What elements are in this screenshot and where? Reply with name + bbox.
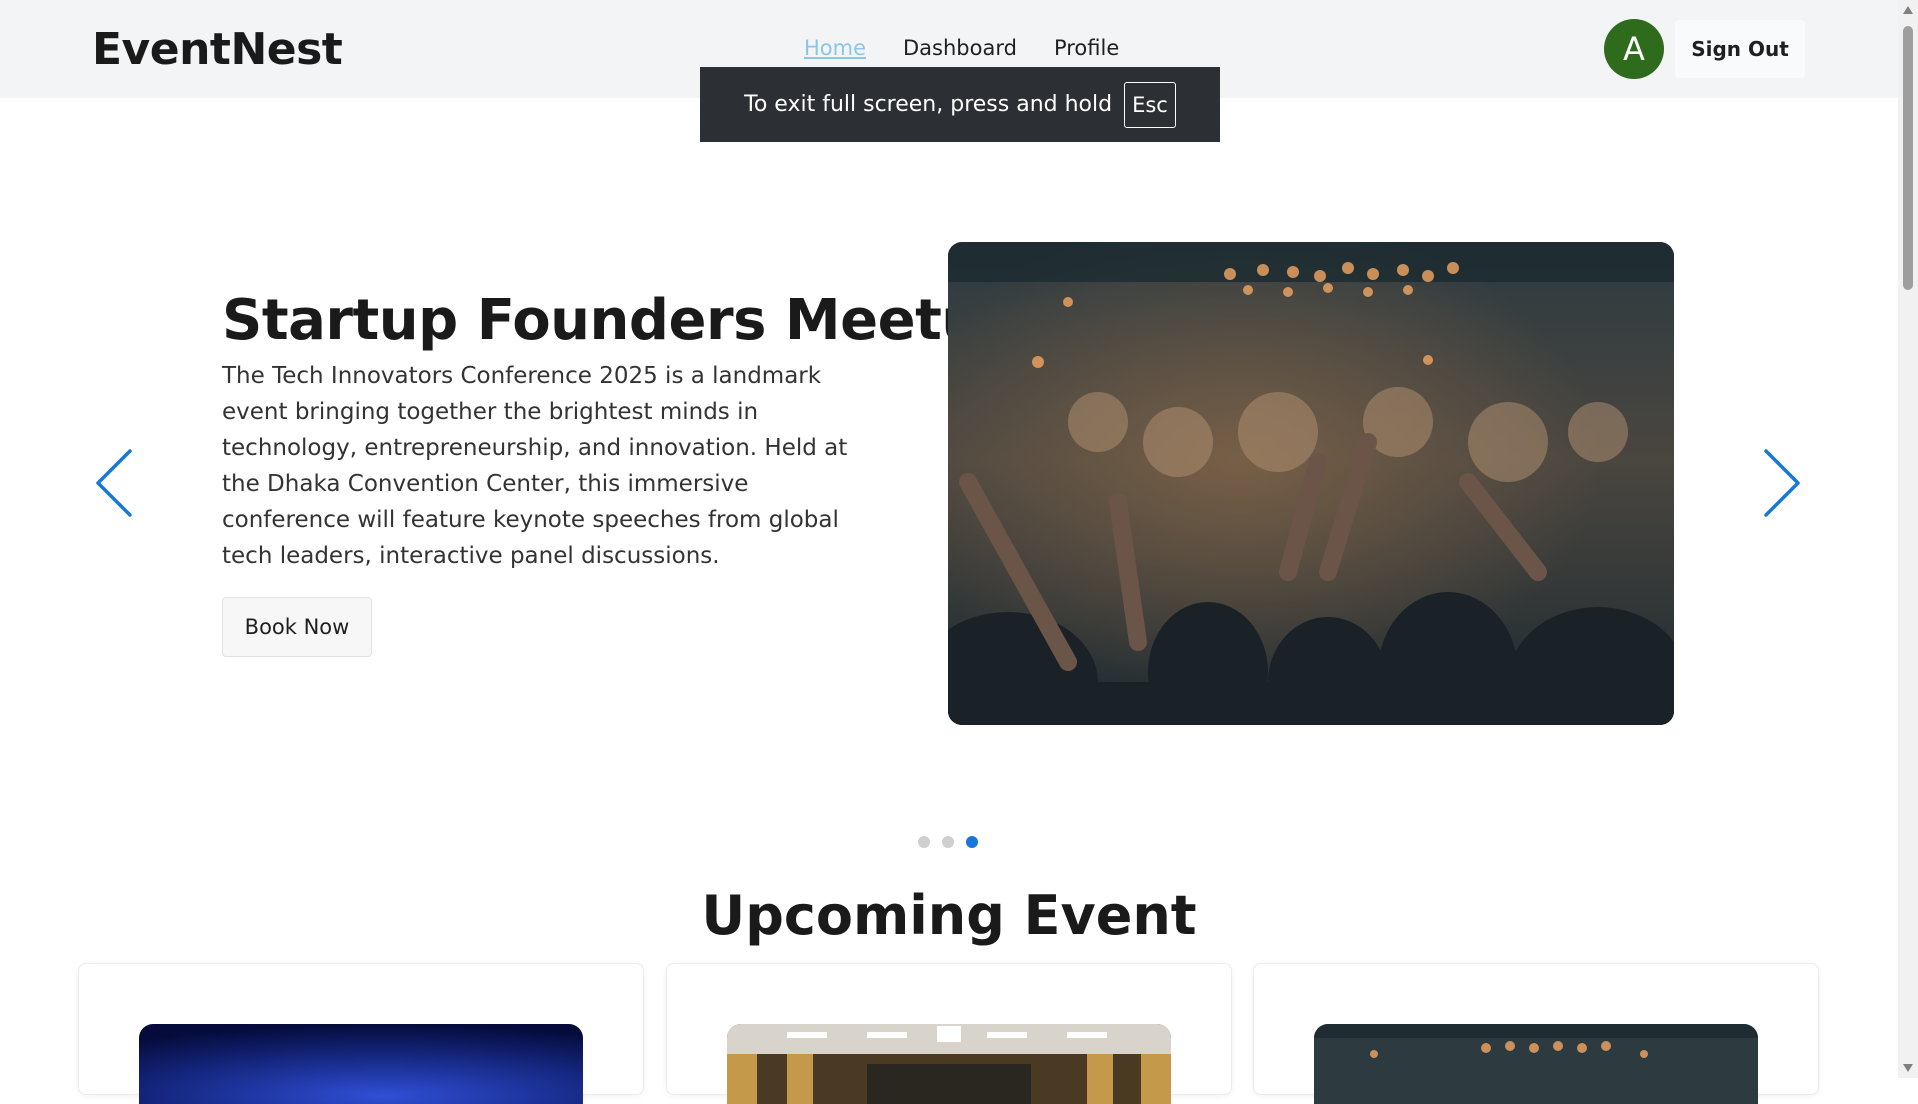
carousel-next-button[interactable]: [1762, 447, 1802, 519]
scroll-up-arrow-icon[interactable]: [1903, 6, 1913, 14]
carousel-indicators: [918, 836, 978, 848]
book-now-button[interactable]: Book Now: [222, 597, 372, 657]
carousel-dot-3[interactable]: [966, 836, 978, 848]
nav-home-link[interactable]: Home: [804, 36, 866, 60]
event-card-image: [727, 1024, 1171, 1104]
nav-dashboard-link[interactable]: Dashboard: [903, 36, 1017, 60]
concert-crowd-image: [948, 242, 1674, 725]
sign-out-button[interactable]: Sign Out: [1675, 20, 1805, 78]
scroll-down-arrow-icon[interactable]: [1903, 1064, 1913, 1072]
carousel-prev-button[interactable]: [94, 447, 134, 519]
scrollbar-thumb[interactable]: [1903, 26, 1913, 290]
page-scrollbar[interactable]: [1898, 0, 1918, 1078]
concert-crowd-image: [1314, 1024, 1758, 1104]
fullscreen-exit-notice: To exit full screen, press and hold Esc: [700, 67, 1220, 142]
user-avatar[interactable]: A: [1604, 19, 1664, 79]
event-card[interactable]: [1253, 963, 1819, 1104]
slide-description: The Tech Innovators Conference 2025 is a…: [222, 363, 848, 569]
chevron-left-icon: [96, 449, 132, 517]
nav-profile-link[interactable]: Profile: [1054, 36, 1119, 60]
slide-title: Startup Founders Meetup: [222, 288, 1021, 353]
chevron-right-icon: [1764, 449, 1800, 517]
carousel-dot-1[interactable]: [918, 836, 930, 848]
esc-key-badge: Esc: [1124, 81, 1176, 128]
event-card[interactable]: [78, 963, 644, 1104]
event-card-image: [139, 1024, 583, 1104]
blue-gradient-image: [139, 1024, 583, 1104]
event-card-image: [1314, 1024, 1758, 1104]
upcoming-event-heading: Upcoming Event: [701, 884, 1197, 947]
main-nav: Home Dashboard Profile: [804, 36, 1119, 60]
event-card[interactable]: [666, 963, 1232, 1104]
slide-image: [948, 242, 1674, 725]
fullscreen-notice-text: To exit full screen, press and hold: [744, 92, 1113, 117]
brand-logo[interactable]: EventNest: [92, 24, 343, 75]
carousel-dot-2[interactable]: [942, 836, 954, 848]
conference-hall-image: [727, 1024, 1171, 1104]
